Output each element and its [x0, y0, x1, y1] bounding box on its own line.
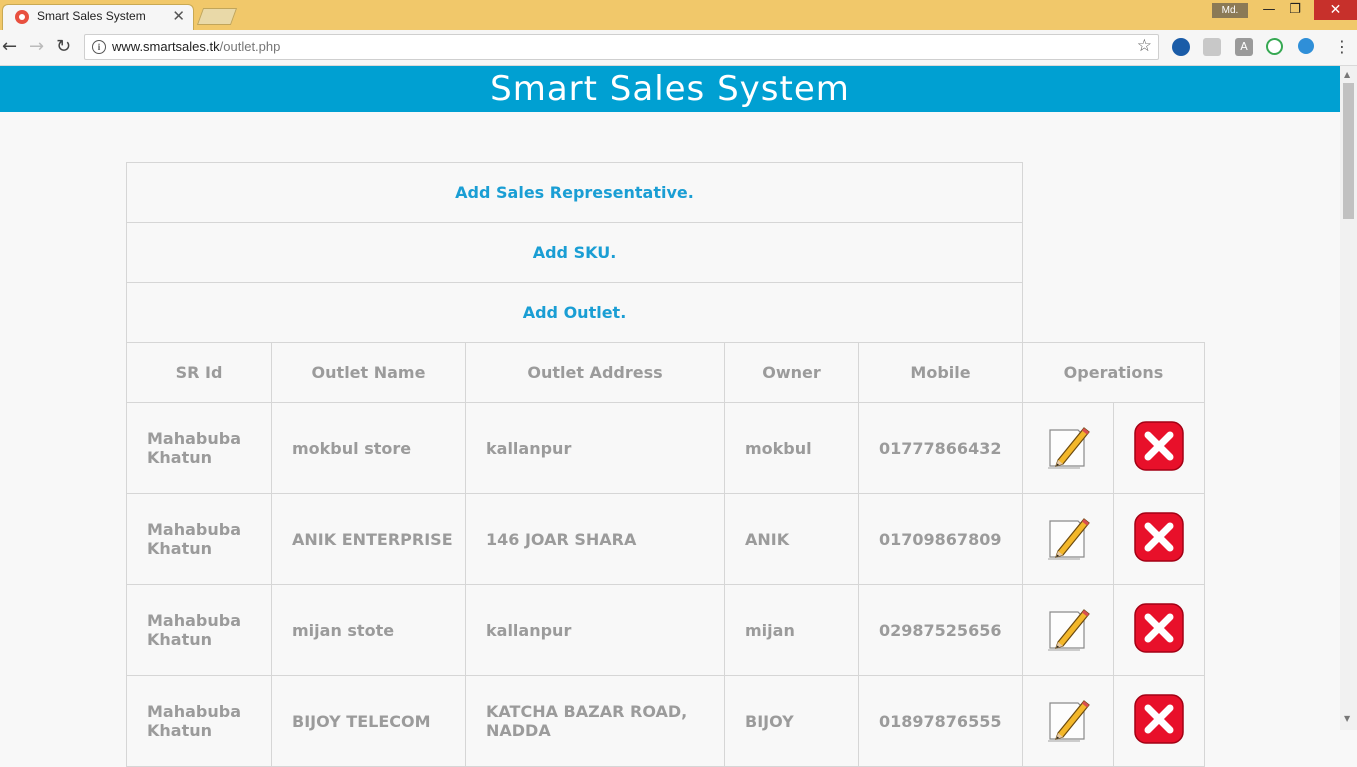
column-header: Operations [1022, 342, 1205, 403]
sr-id-cell: Mahabuba Khatun [126, 493, 272, 585]
add-outlet-link[interactable]: Add Outlet. [523, 303, 627, 322]
extension-earth-icon[interactable] [1298, 38, 1314, 54]
mobile-cell: 01897876555 [858, 675, 1023, 767]
edit-pencil-icon[interactable] [1044, 513, 1092, 561]
extension-globe-icon[interactable] [1172, 38, 1190, 56]
edit-pencil-icon[interactable] [1044, 604, 1092, 652]
browser-tab[interactable]: Smart Sales System ✕ [2, 4, 194, 30]
link-row: Add Outlet. [126, 282, 1023, 343]
outlet-address-cell: kallanpur [465, 402, 725, 494]
browser-titlebar: Smart Sales System ✕ Md. — ❐ ✕ [0, 0, 1357, 30]
outlet-address-cell: kallanpur [465, 584, 725, 676]
edit-cell [1022, 584, 1114, 676]
delete-cell [1113, 493, 1205, 585]
scroll-up-arrow-icon[interactable]: ▲ [1344, 70, 1350, 79]
extension-android-icon[interactable] [1203, 38, 1221, 56]
column-header: Owner [724, 342, 859, 403]
outlet-name-cell: BIJOY TELECOM [271, 675, 466, 767]
mobile-cell: 01777866432 [858, 402, 1023, 494]
delete-x-icon[interactable] [1133, 511, 1185, 563]
browser-toolbar: ← → ↻ i www.smartsales.tk/outlet.php ☆ A… [0, 30, 1357, 66]
bookmark-star-icon[interactable]: ☆ [1137, 36, 1152, 56]
page-title: Smart Sales System [0, 66, 1340, 112]
restore-icon[interactable]: ❐ [1280, 0, 1310, 22]
url-text: www.smartsales.tk/outlet.php [112, 39, 281, 54]
address-bar[interactable]: i www.smartsales.tk/outlet.php ☆ [84, 34, 1159, 60]
column-header: Outlet Name [271, 342, 466, 403]
delete-x-icon[interactable] [1133, 420, 1185, 472]
link-row: Add SKU. [126, 222, 1023, 283]
outlet-table: Add Sales Representative. Add SKU. Add O… [126, 162, 1205, 767]
edit-cell [1022, 402, 1114, 494]
outlet-address-cell: 146 JOAR SHARA [465, 493, 725, 585]
owner-cell: mijan [724, 584, 859, 676]
outlet-name-cell: ANIK ENTERPRISE [271, 493, 466, 585]
extension-a-icon[interactable]: A [1235, 38, 1253, 56]
scrollbar-thumb[interactable] [1343, 83, 1354, 219]
delete-x-icon[interactable] [1133, 602, 1185, 654]
new-tab-button[interactable] [196, 8, 238, 25]
sr-id-cell: Mahabuba Khatun [126, 675, 272, 767]
reload-icon[interactable]: ↻ [56, 36, 71, 58]
edit-pencil-icon[interactable] [1044, 422, 1092, 470]
delete-x-icon[interactable] [1133, 693, 1185, 745]
extension-hangouts-icon[interactable] [1266, 38, 1283, 55]
sr-id-cell: Mahabuba Khatun [126, 584, 272, 676]
owner-cell: BIJOY [724, 675, 859, 767]
add-sales-representative-link[interactable]: Add Sales Representative. [455, 183, 694, 202]
column-header: SR Id [126, 342, 272, 403]
forward-arrow-icon[interactable]: → [29, 36, 44, 58]
owner-cell: ANIK [724, 493, 859, 585]
back-arrow-icon[interactable]: ← [2, 36, 17, 58]
tab-close-icon[interactable]: ✕ [172, 7, 185, 25]
table-row: Mahabuba Khatun mijan stote kallanpur mi… [126, 584, 1205, 676]
tab-title: Smart Sales System [37, 9, 146, 23]
outlet-name-cell: mijan stote [271, 584, 466, 676]
delete-cell [1113, 402, 1205, 494]
scroll-down-arrow-icon[interactable]: ▼ [1344, 714, 1350, 723]
profile-button[interactable]: Md. [1212, 3, 1248, 18]
column-header: Outlet Address [465, 342, 725, 403]
outlet-name-cell: mokbul store [271, 402, 466, 494]
delete-cell [1113, 584, 1205, 676]
info-icon[interactable]: i [92, 40, 106, 54]
mobile-cell: 01709867809 [858, 493, 1023, 585]
table-header-row: SR Id Outlet Name Outlet Address Owner M… [126, 342, 1205, 403]
menu-dots-icon[interactable]: ⋮ [1334, 36, 1350, 58]
sr-id-cell: Mahabuba Khatun [126, 402, 272, 494]
table-row: Mahabuba Khatun mokbul store kallanpur m… [126, 402, 1205, 494]
mobile-cell: 02987525656 [858, 584, 1023, 676]
edit-cell [1022, 493, 1114, 585]
site-favicon-icon [15, 10, 29, 24]
link-row: Add Sales Representative. [126, 162, 1023, 223]
owner-cell: mokbul [724, 402, 859, 494]
edit-pencil-icon[interactable] [1044, 695, 1092, 743]
table-row: Mahabuba Khatun BIJOY TELECOM KATCHA BAZ… [126, 675, 1205, 767]
column-header: Mobile [858, 342, 1023, 403]
add-sku-link[interactable]: Add SKU. [533, 243, 617, 262]
edit-cell [1022, 675, 1114, 767]
table-row: Mahabuba Khatun ANIK ENTERPRISE 146 JOAR… [126, 493, 1205, 585]
outlet-address-cell: KATCHA BAZAR ROAD, NADDA [465, 675, 725, 767]
delete-cell [1113, 675, 1205, 767]
window-close-icon[interactable]: ✕ [1314, 0, 1357, 20]
